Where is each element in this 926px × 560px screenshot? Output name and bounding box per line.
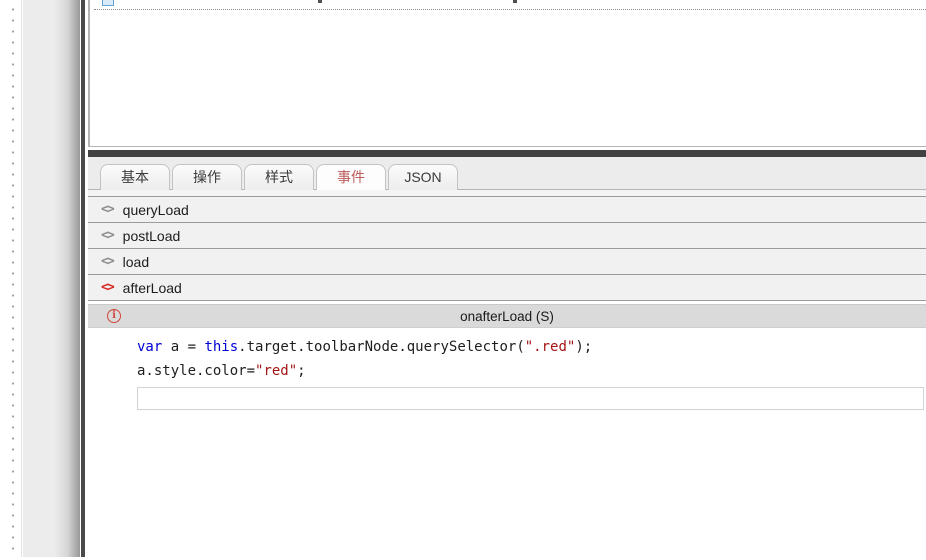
handler-title: onafterLoad (S) xyxy=(460,308,554,324)
code-token-plain: ); xyxy=(575,339,593,355)
info-circle-icon[interactable]: i xyxy=(107,309,121,323)
tab-样式[interactable]: 样式 xyxy=(244,164,314,190)
designer-preview-panel xyxy=(88,0,926,147)
code-token-string: ".red" xyxy=(524,339,576,355)
code-token-string: "red" xyxy=(255,363,298,379)
event-list: <> queryLoad <> postLoad <> load <> afterLoad xyxy=(88,196,926,301)
event-label: load xyxy=(122,253,150,270)
tab-JSON[interactable]: JSON xyxy=(388,164,458,190)
empty-code-input[interactable] xyxy=(137,387,924,410)
vertical-splitter-handle[interactable] xyxy=(81,0,85,557)
code-token-plain: a.style.color= xyxy=(137,363,256,379)
code-brackets-icon: <> xyxy=(101,228,115,243)
code-token-keyword: var xyxy=(137,339,163,355)
code-line-2[interactable]: a.style.color="red"; xyxy=(137,359,926,383)
event-row-postLoad[interactable]: <> postLoad xyxy=(88,223,926,249)
tab-基本[interactable]: 基本 xyxy=(100,164,170,190)
code-token-plain: .target.toolbarNode.querySelector( xyxy=(238,339,525,355)
panel-blank-area xyxy=(88,410,926,560)
event-label: queryLoad xyxy=(122,201,189,218)
code-brackets-icon: <> xyxy=(101,202,115,217)
code-brackets-icon: <> xyxy=(101,280,115,295)
code-token-plain: ; xyxy=(297,363,306,379)
code-brackets-icon: <> xyxy=(101,254,115,269)
clipped-text-fragment xyxy=(318,0,322,3)
horizontal-splitter-handle[interactable] xyxy=(88,150,926,157)
main-column: 基本 操作 样式 事件 JSON <> queryLoad <> postLoad <> load… xyxy=(88,0,926,560)
event-row-load[interactable]: <> load xyxy=(88,249,926,275)
event-label: postLoad xyxy=(122,227,181,244)
property-tab-strip: 基本 操作 样式 事件 JSON xyxy=(88,157,926,190)
tab-事件[interactable]: 事件 xyxy=(316,164,386,190)
tab-操作[interactable]: 操作 xyxy=(172,164,242,190)
event-label: afterLoad xyxy=(122,279,182,296)
component-icon xyxy=(102,0,114,6)
code-token-keyword: this xyxy=(204,339,239,355)
code-line-1[interactable]: var a = this.target.toolbarNode.querySel… xyxy=(137,335,926,359)
handler-header-bar[interactable]: i onafterLoad (S) xyxy=(88,304,926,328)
designer-canvas-dot-grid xyxy=(0,0,22,557)
code-token-plain: a = xyxy=(162,339,205,355)
event-row-afterLoad[interactable]: <> afterLoad xyxy=(88,275,926,301)
selection-dotted-border xyxy=(94,9,926,10)
clipped-text-fragment xyxy=(513,0,517,3)
code-editor[interactable]: var a = this.target.toolbarNode.querySel… xyxy=(88,328,926,385)
side-gutter xyxy=(23,0,80,557)
event-row-queryLoad[interactable]: <> queryLoad xyxy=(88,197,926,223)
